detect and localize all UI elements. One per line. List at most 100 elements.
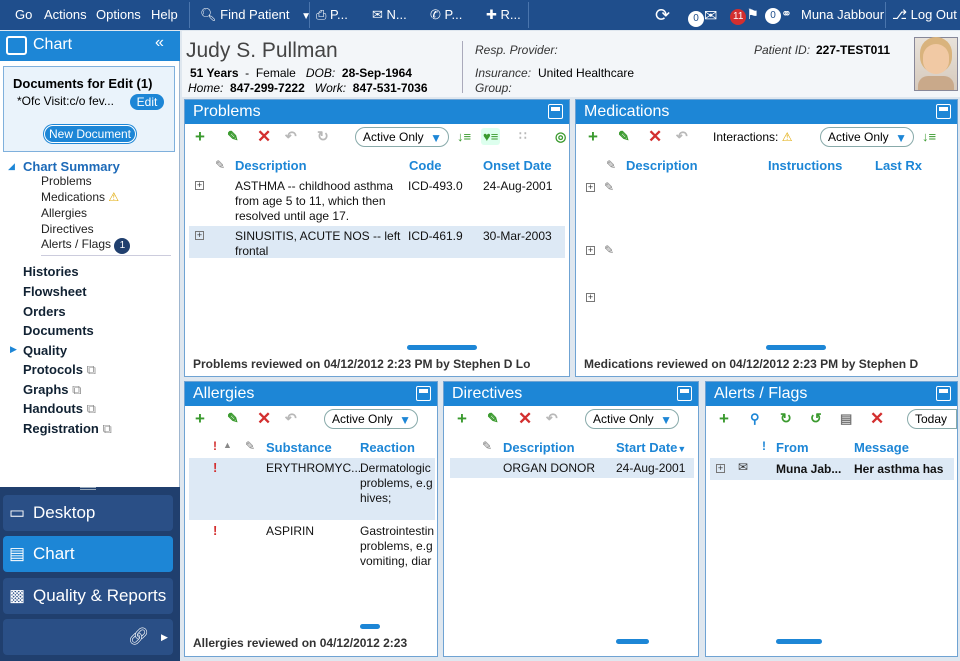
col-onset-date[interactable]: Onset Date bbox=[483, 158, 552, 173]
add-icon[interactable]: + bbox=[195, 128, 205, 145]
edit-pencil-icon[interactable]: ✎ bbox=[227, 410, 239, 427]
expand-icon[interactable]: + bbox=[195, 231, 204, 240]
col-instructions[interactable]: Instructions bbox=[768, 158, 842, 173]
nav-medications[interactable]: Medications ⚠ bbox=[41, 190, 119, 204]
maximize-icon[interactable] bbox=[936, 386, 951, 401]
find-patient-button[interactable]: 🔍︎ Find Patient ▼ bbox=[200, 7, 311, 23]
pencil-icon[interactable]: ✎ bbox=[604, 243, 614, 257]
maximize-icon[interactable] bbox=[936, 104, 951, 119]
nav-allergies[interactable]: Allergies bbox=[41, 206, 87, 220]
medications-filter-select[interactable]: Active Only ▼ bbox=[820, 127, 914, 147]
nav-registration[interactable]: Registration ⧉ bbox=[23, 421, 112, 437]
desktop-button[interactable]: ▭ Desktop bbox=[3, 495, 173, 531]
chart-nav-button[interactable]: ▤ Chart bbox=[3, 536, 173, 572]
phone-button[interactable]: ✆ P... bbox=[430, 7, 462, 23]
nav-chart-summary[interactable]: Chart Summary bbox=[23, 159, 120, 174]
col-from[interactable]: From bbox=[776, 440, 809, 455]
nav-directives[interactable]: Directives bbox=[41, 222, 94, 236]
add-icon[interactable]: + bbox=[457, 410, 467, 427]
col-description[interactable]: Description bbox=[626, 158, 698, 173]
col-message[interactable]: Message bbox=[854, 440, 909, 455]
col-code[interactable]: Code bbox=[409, 158, 442, 173]
problems-filter-select[interactable]: Active Only ▼ bbox=[355, 127, 449, 147]
expand-icon[interactable]: + bbox=[716, 464, 725, 473]
nav-orders[interactable]: Orders bbox=[23, 304, 66, 319]
warning-icon[interactable]: ⚠ bbox=[782, 130, 793, 144]
reply-icon[interactable]: ↺ bbox=[810, 410, 822, 427]
today-select[interactable]: Today bbox=[907, 409, 957, 429]
menu-go[interactable]: Go bbox=[15, 7, 32, 22]
doc-item[interactable]: *Ofc Visit:c/o fev... bbox=[17, 94, 114, 108]
add-icon[interactable]: + bbox=[195, 410, 205, 427]
nav-flowsheet[interactable]: Flowsheet bbox=[23, 284, 87, 299]
expand-icon[interactable]: + bbox=[586, 183, 595, 192]
expand-icon[interactable]: + bbox=[586, 293, 595, 302]
col-reaction[interactable]: Reaction bbox=[360, 440, 415, 455]
delete-icon[interactable]: ✕ bbox=[257, 128, 271, 145]
menu-options[interactable]: Options bbox=[96, 7, 141, 22]
horizontal-scrollbar[interactable] bbox=[407, 345, 477, 350]
logout-button[interactable]: ⎇ Log Out bbox=[892, 7, 957, 23]
forward-icon[interactable]: ↻ bbox=[780, 410, 792, 427]
delete-icon[interactable]: ✕ bbox=[870, 410, 884, 427]
add-icon[interactable]: + bbox=[588, 128, 598, 145]
table-row[interactable]: + ✉ Muna Jab... Her asthma has bbox=[710, 458, 954, 480]
maximize-icon[interactable] bbox=[677, 386, 692, 401]
pencil-icon[interactable]: ✎ bbox=[604, 180, 614, 194]
alerts-button[interactable]: 11 ⚑ bbox=[730, 6, 759, 25]
table-row[interactable]: ORGAN DONOR 24-Aug-2001 bbox=[450, 458, 694, 478]
collapse-icon[interactable]: « bbox=[155, 34, 164, 52]
new-message-button[interactable]: ✉ N... bbox=[372, 7, 407, 23]
globe-icon[interactable]: ◎ bbox=[555, 128, 566, 145]
expand-right-icon[interactable]: ▶ bbox=[10, 344, 17, 355]
allergies-filter-select[interactable]: Active Only ▼ bbox=[324, 409, 418, 429]
rx-button[interactable]: ✚ R... bbox=[486, 7, 521, 23]
sync-icon[interactable]: ⟳ bbox=[655, 5, 670, 26]
delete-icon[interactable]: ✕ bbox=[518, 410, 532, 427]
delete-icon[interactable]: ✕ bbox=[257, 410, 271, 427]
expand-icon[interactable]: + bbox=[586, 246, 595, 255]
nav-documents[interactable]: Documents bbox=[23, 323, 94, 338]
edit-button[interactable]: Edit bbox=[130, 94, 164, 110]
table-row[interactable]: ! ASPIRIN Gastrointestin problems, e.g v… bbox=[189, 521, 435, 573]
add-icon[interactable]: + bbox=[719, 410, 729, 427]
sort-icon[interactable]: ↓≡ bbox=[922, 128, 936, 145]
undo-icon[interactable]: ↶ bbox=[285, 128, 297, 145]
new-document-button[interactable]: New Document bbox=[44, 125, 136, 143]
mail-button[interactable]: 0 ✉ bbox=[688, 6, 717, 27]
quality-reports-button[interactable]: ▩ Quality & Reports bbox=[3, 578, 173, 614]
links-button[interactable]: 🔗︎ ▶ bbox=[3, 619, 173, 655]
print-button[interactable]: ⎙ P... bbox=[316, 7, 348, 23]
nav-problems[interactable]: Problems bbox=[41, 174, 92, 188]
horizontal-scrollbar[interactable] bbox=[616, 639, 649, 644]
maximize-icon[interactable] bbox=[416, 386, 431, 401]
maximize-icon[interactable] bbox=[548, 104, 563, 119]
table-row[interactable]: ! ERYTHROMYC... Dermatologic problems, e… bbox=[189, 458, 435, 520]
horizontal-scrollbar[interactable] bbox=[776, 639, 822, 644]
menu-help[interactable]: Help bbox=[151, 7, 178, 22]
directives-filter-select[interactable]: Active Only ▼ bbox=[585, 409, 679, 429]
undo-icon[interactable]: ↶ bbox=[676, 128, 688, 145]
edit-pencil-icon[interactable]: ✎ bbox=[227, 128, 239, 145]
sort-icon[interactable]: ↓≡ bbox=[457, 128, 471, 145]
search-icon[interactable]: ⚲ bbox=[750, 410, 760, 427]
nav-protocols[interactable]: Protocols ⧉ bbox=[23, 362, 96, 378]
col-description[interactable]: Description bbox=[503, 440, 575, 455]
menu-actions[interactable]: Actions bbox=[44, 7, 87, 22]
table-row[interactable]: + ASTHMA -- childhood asthma from age 5 … bbox=[189, 177, 565, 225]
user-name[interactable]: Muna Jabbour bbox=[801, 7, 884, 22]
rx-renewal-button[interactable]: 0 ⚭ bbox=[765, 6, 792, 24]
expand-icon[interactable]: + bbox=[195, 181, 204, 190]
horizontal-scrollbar[interactable] bbox=[360, 624, 380, 629]
col-start-date[interactable]: Start Date▼ bbox=[616, 440, 686, 455]
expand-triangle-icon[interactable]: ◢ bbox=[8, 161, 15, 172]
edit-pencil-icon[interactable]: ✎ bbox=[487, 410, 499, 427]
sort-asc-icon[interactable]: ▲ bbox=[223, 440, 232, 450]
undo-icon[interactable]: ↶ bbox=[285, 410, 297, 427]
nav-graphs[interactable]: Graphs ⧉ bbox=[23, 382, 81, 398]
col-substance[interactable]: Substance bbox=[266, 440, 332, 455]
splitter-handle[interactable] bbox=[80, 487, 96, 490]
edit-pencil-icon[interactable]: ✎ bbox=[618, 128, 630, 145]
nav-histories[interactable]: Histories bbox=[23, 264, 79, 279]
col-last-rx[interactable]: Last Rx bbox=[875, 158, 922, 173]
